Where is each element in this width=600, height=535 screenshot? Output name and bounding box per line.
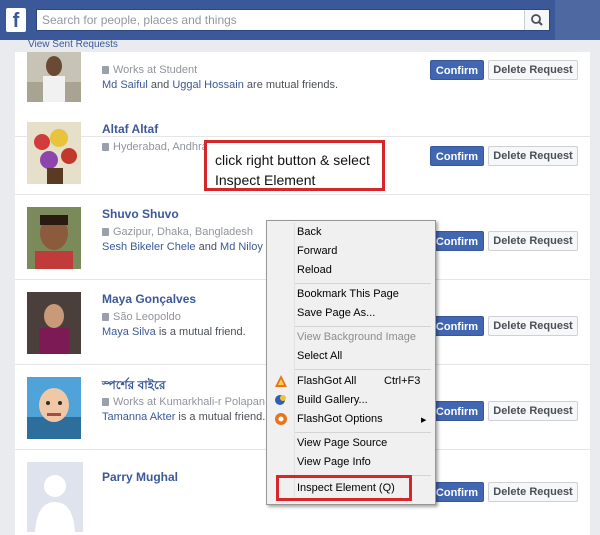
flashgot-all-shortcut: Ctrl+F3 [384,375,421,387]
avatar[interactable] [27,207,81,269]
menu-item-view-page-info[interactable]: View Page Info [297,456,371,468]
topbar-right-area [555,0,600,40]
confirm-button[interactable]: Confirm [430,401,484,421]
search-icon [531,14,543,26]
mutual-friends: Sesh Bikeler Chele and Md Niloy a [102,241,272,253]
confirm-button[interactable]: Confirm [430,60,484,80]
mutual-friend-link[interactable]: Uggal Hossain [172,79,244,91]
build-gallery-icon [274,393,288,407]
confirm-button[interactable]: Confirm [430,316,484,336]
request-meta: Works at Student [102,64,197,76]
meta-text: Works at Kumarkhali-r Polapan [113,396,266,408]
requester-name[interactable]: Shuvo Shuvo [102,207,179,221]
mutual-tail: is a mutual friend. [155,326,246,338]
mutual-friends: Md Saiful and Uggal Hossain are mutual f… [102,79,338,91]
flashgot-options-icon [274,412,288,426]
annotation-callout: click right button & select Inspect Elem… [204,140,385,191]
delete-request-button[interactable]: Delete Request [488,482,578,502]
mutual-friend-link[interactable]: Md Saiful [102,79,148,91]
menu-separator [295,369,431,370]
delete-request-button[interactable]: Delete Request [488,146,578,166]
top-navigation-bar: f Search for people, places and things [0,0,600,40]
mutual-join: and [195,241,221,253]
mutual-tail: is a mutual friend. [175,411,266,423]
menu-item-select-all[interactable]: Select All [297,350,342,362]
request-meta: Gazipur, Dhaka, Bangladesh [102,226,253,238]
context-menu: Back Forward Reload Bookmark This Page S… [266,220,436,505]
mutual-join: and [147,79,173,91]
menu-item-forward[interactable]: Forward [297,245,337,257]
menu-item-view-page-source[interactable]: View Page Source [297,437,387,449]
menu-item-flashgot-options[interactable]: FlashGot Options [297,413,383,425]
mutual-friend-link[interactable]: Sesh Bikeler Chele [102,241,196,253]
meta-text: São Leopoldo [113,311,181,323]
default-avatar-icon[interactable] [27,462,83,532]
mutual-friend-link[interactable]: Tamanna Akter [102,411,175,423]
menu-item-back[interactable]: Back [297,226,321,238]
menu-item-bookmark[interactable]: Bookmark This Page [297,288,399,300]
location-icon [102,313,109,321]
work-icon [102,66,109,74]
facebook-logo-icon[interactable]: f [6,8,26,32]
menu-item-reload[interactable]: Reload [297,264,332,276]
search-placeholder: Search for people, places and things [42,13,237,27]
search-input[interactable]: Search for people, places and things [36,9,550,31]
menu-separator [295,432,431,433]
request-meta: São Leopoldo [102,311,181,323]
location-icon [102,228,109,236]
request-meta: Works at Kumarkhali-r Polapan [102,396,265,408]
confirm-button[interactable]: Confirm [430,482,484,502]
location-icon [102,143,109,151]
requester-name[interactable]: স্পর্শের বাইরে [102,377,165,397]
menu-item-build-gallery[interactable]: Build Gallery... [297,394,368,406]
menu-item-flashgot-all[interactable]: FlashGot All [297,375,356,387]
menu-item-save-page[interactable]: Save Page As... [297,307,375,319]
delete-request-button[interactable]: Delete Request [488,231,578,251]
confirm-button[interactable]: Confirm [430,146,484,166]
requester-name[interactable]: Maya Gonçalves [102,292,196,306]
meta-text: Works at Student [113,64,198,76]
mutual-tail: are mutual friends. [243,79,339,91]
menu-separator [295,326,431,327]
flashgot-icon [274,374,288,388]
menu-icon-gutter [294,223,295,500]
requester-name[interactable]: Parry Mughal [102,470,178,484]
mutual-friends: Maya Silva is a mutual friend. [102,326,246,338]
mutual-friend-link[interactable]: Md Niloy a [220,241,272,253]
requester-name[interactable]: Altaf Altaf [102,122,158,136]
avatar[interactable] [27,292,81,354]
delete-request-button[interactable]: Delete Request [488,60,578,80]
mutual-friend-link[interactable]: Maya Silva [102,326,156,338]
delete-request-button[interactable]: Delete Request [488,401,578,421]
work-icon [102,398,109,406]
mutual-friends: Tamanna Akter is a mutual friend. [102,411,265,423]
avatar[interactable] [27,377,81,439]
search-button[interactable] [524,10,549,30]
submenu-arrow-icon: ▶ [421,417,427,424]
avatar[interactable] [27,122,81,184]
delete-request-button[interactable]: Delete Request [488,316,578,336]
menu-separator [295,283,431,284]
meta-text: Gazipur, Dhaka, Bangladesh [113,226,254,238]
inspect-element-highlight [276,475,412,501]
view-sent-requests-link[interactable]: View Sent Requests [28,39,118,50]
menu-item-view-background-image: View Background Image [297,331,417,343]
avatar[interactable] [27,52,81,102]
annotation-text: click right button & select Inspect Elem… [215,152,370,188]
confirm-button[interactable]: Confirm [430,231,484,251]
